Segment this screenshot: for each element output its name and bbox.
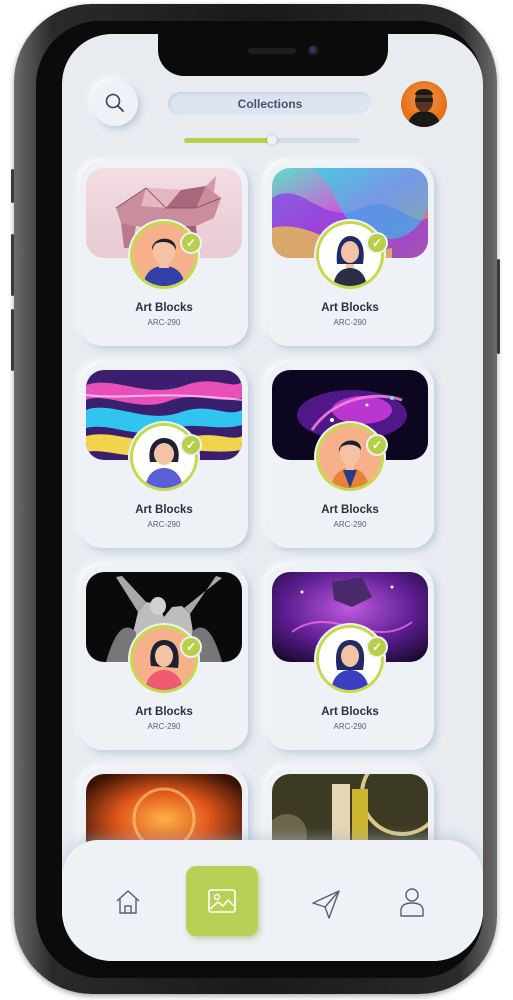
collection-name: Art Blocks <box>135 302 193 314</box>
verified-check-icon: ✓ <box>368 436 386 454</box>
home-icon <box>116 890 140 914</box>
creator-avatar <box>319 628 381 690</box>
collection-code: ARC-290 <box>147 722 181 731</box>
creator-avatar <box>319 224 381 286</box>
nav-home[interactable] <box>108 882 148 922</box>
nav-profile[interactable] <box>392 882 432 922</box>
creator-avatar <box>133 224 195 286</box>
collection-slider[interactable] <box>184 135 360 145</box>
send-icon <box>312 890 340 919</box>
volume-down-button <box>11 309 14 371</box>
collection-code: ARC-290 <box>147 318 181 327</box>
verified-check-icon: ✓ <box>368 234 386 252</box>
collection-name: Art Blocks <box>135 706 193 718</box>
notch <box>158 34 388 76</box>
profile-avatar[interactable] <box>401 81 447 127</box>
collection-name: Art Blocks <box>321 504 379 516</box>
page-title: Collections <box>168 92 372 116</box>
nav-gallery[interactable] <box>186 866 258 936</box>
collection-code: ARC-290 <box>147 520 181 529</box>
nav-send[interactable] <box>306 884 346 924</box>
creator-avatar <box>133 426 195 488</box>
verified-check-icon: ✓ <box>368 638 386 656</box>
collection-card[interactable]: ✓ Art Blocks ARC-290 <box>266 162 434 346</box>
collection-card[interactable]: ✓ Art Blocks ARC-290 <box>80 364 248 548</box>
mute-switch <box>11 169 14 203</box>
search-icon <box>105 93 124 112</box>
collection-card[interactable]: ✓ Art Blocks ARC-290 <box>80 566 248 750</box>
front-camera <box>308 45 320 57</box>
volume-up-button <box>11 234 14 296</box>
collection-name: Art Blocks <box>321 706 379 718</box>
collection-name: Art Blocks <box>321 302 379 314</box>
bottom-navigation <box>62 840 483 961</box>
collection-card[interactable]: ✓ Art Blocks ARC-290 <box>80 162 248 346</box>
power-button <box>497 259 500 354</box>
collection-code: ARC-290 <box>333 318 367 327</box>
search-button[interactable] <box>92 80 138 126</box>
collection-card[interactable]: ✓ Art Blocks ARC-290 <box>266 364 434 548</box>
creator-avatar <box>133 628 195 690</box>
user-icon <box>400 888 424 917</box>
collection-name: Art Blocks <box>135 504 193 516</box>
collections-grid: ✓ Art Blocks ARC-290 ✓ Art Blocks ARC-29… <box>62 34 483 961</box>
phone-frame: ✓ Art Blocks ARC-290 ✓ Art Blocks ARC-29… <box>11 4 500 994</box>
creator-avatar <box>319 426 381 488</box>
screen: ✓ Art Blocks ARC-290 ✓ Art Blocks ARC-29… <box>62 34 483 961</box>
collection-code: ARC-290 <box>333 722 367 731</box>
slider-handle[interactable] <box>267 135 277 145</box>
verified-check-icon: ✓ <box>182 436 200 454</box>
speaker <box>248 48 296 54</box>
slider-fill <box>184 138 272 143</box>
gallery-icon <box>208 889 236 913</box>
collection-code: ARC-290 <box>333 520 367 529</box>
verified-check-icon: ✓ <box>182 638 200 656</box>
verified-check-icon: ✓ <box>182 234 200 252</box>
collection-card[interactable]: ✓ Art Blocks ARC-290 <box>266 566 434 750</box>
